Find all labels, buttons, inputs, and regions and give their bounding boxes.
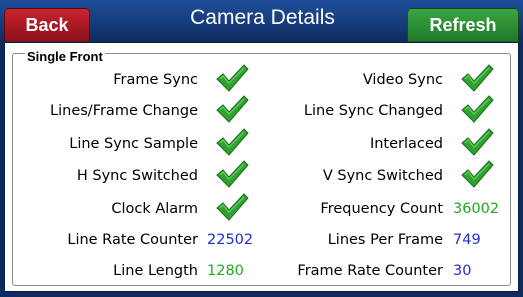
field-value: 22502: [207, 232, 254, 248]
check-icon: [215, 160, 249, 188]
page-title: Camera Details: [190, 6, 335, 29]
check-icon: [215, 128, 249, 156]
field-label: Line Sync Changed: [303, 103, 443, 119]
field-label: Frequency Count: [320, 201, 443, 217]
field-label: Frame Sync: [113, 72, 198, 88]
field-label: Lines Per Frame: [327, 232, 443, 248]
check-icon: [460, 128, 494, 156]
field-label: V Sync Switched: [322, 168, 443, 184]
field-label: Lines/Frame Change: [50, 103, 198, 119]
field-label: Interlaced: [369, 136, 443, 152]
field-label: Clock Alarm: [111, 201, 198, 217]
back-button[interactable]: Back: [4, 8, 90, 42]
check-icon: [460, 95, 494, 123]
field-label: Line Length: [113, 263, 198, 279]
field-label: Frame Rate Counter: [297, 263, 443, 279]
refresh-button[interactable]: Refresh: [407, 8, 519, 42]
field-value: 1280: [207, 263, 244, 279]
field-label: Line Sync Sample: [69, 136, 198, 152]
field-value: 36002: [453, 201, 500, 217]
check-icon: [215, 64, 249, 92]
check-icon: [215, 193, 249, 221]
field-label: Video Sync: [362, 72, 443, 88]
field-label: Line Rate Counter: [67, 232, 198, 248]
check-icon: [460, 160, 494, 188]
field-value: 749: [453, 232, 481, 248]
check-icon: [460, 64, 494, 92]
field-label: H Sync Switched: [76, 168, 198, 184]
check-icon: [215, 95, 249, 123]
field-value: 30: [453, 263, 472, 279]
group-title: Single Front: [25, 49, 105, 64]
